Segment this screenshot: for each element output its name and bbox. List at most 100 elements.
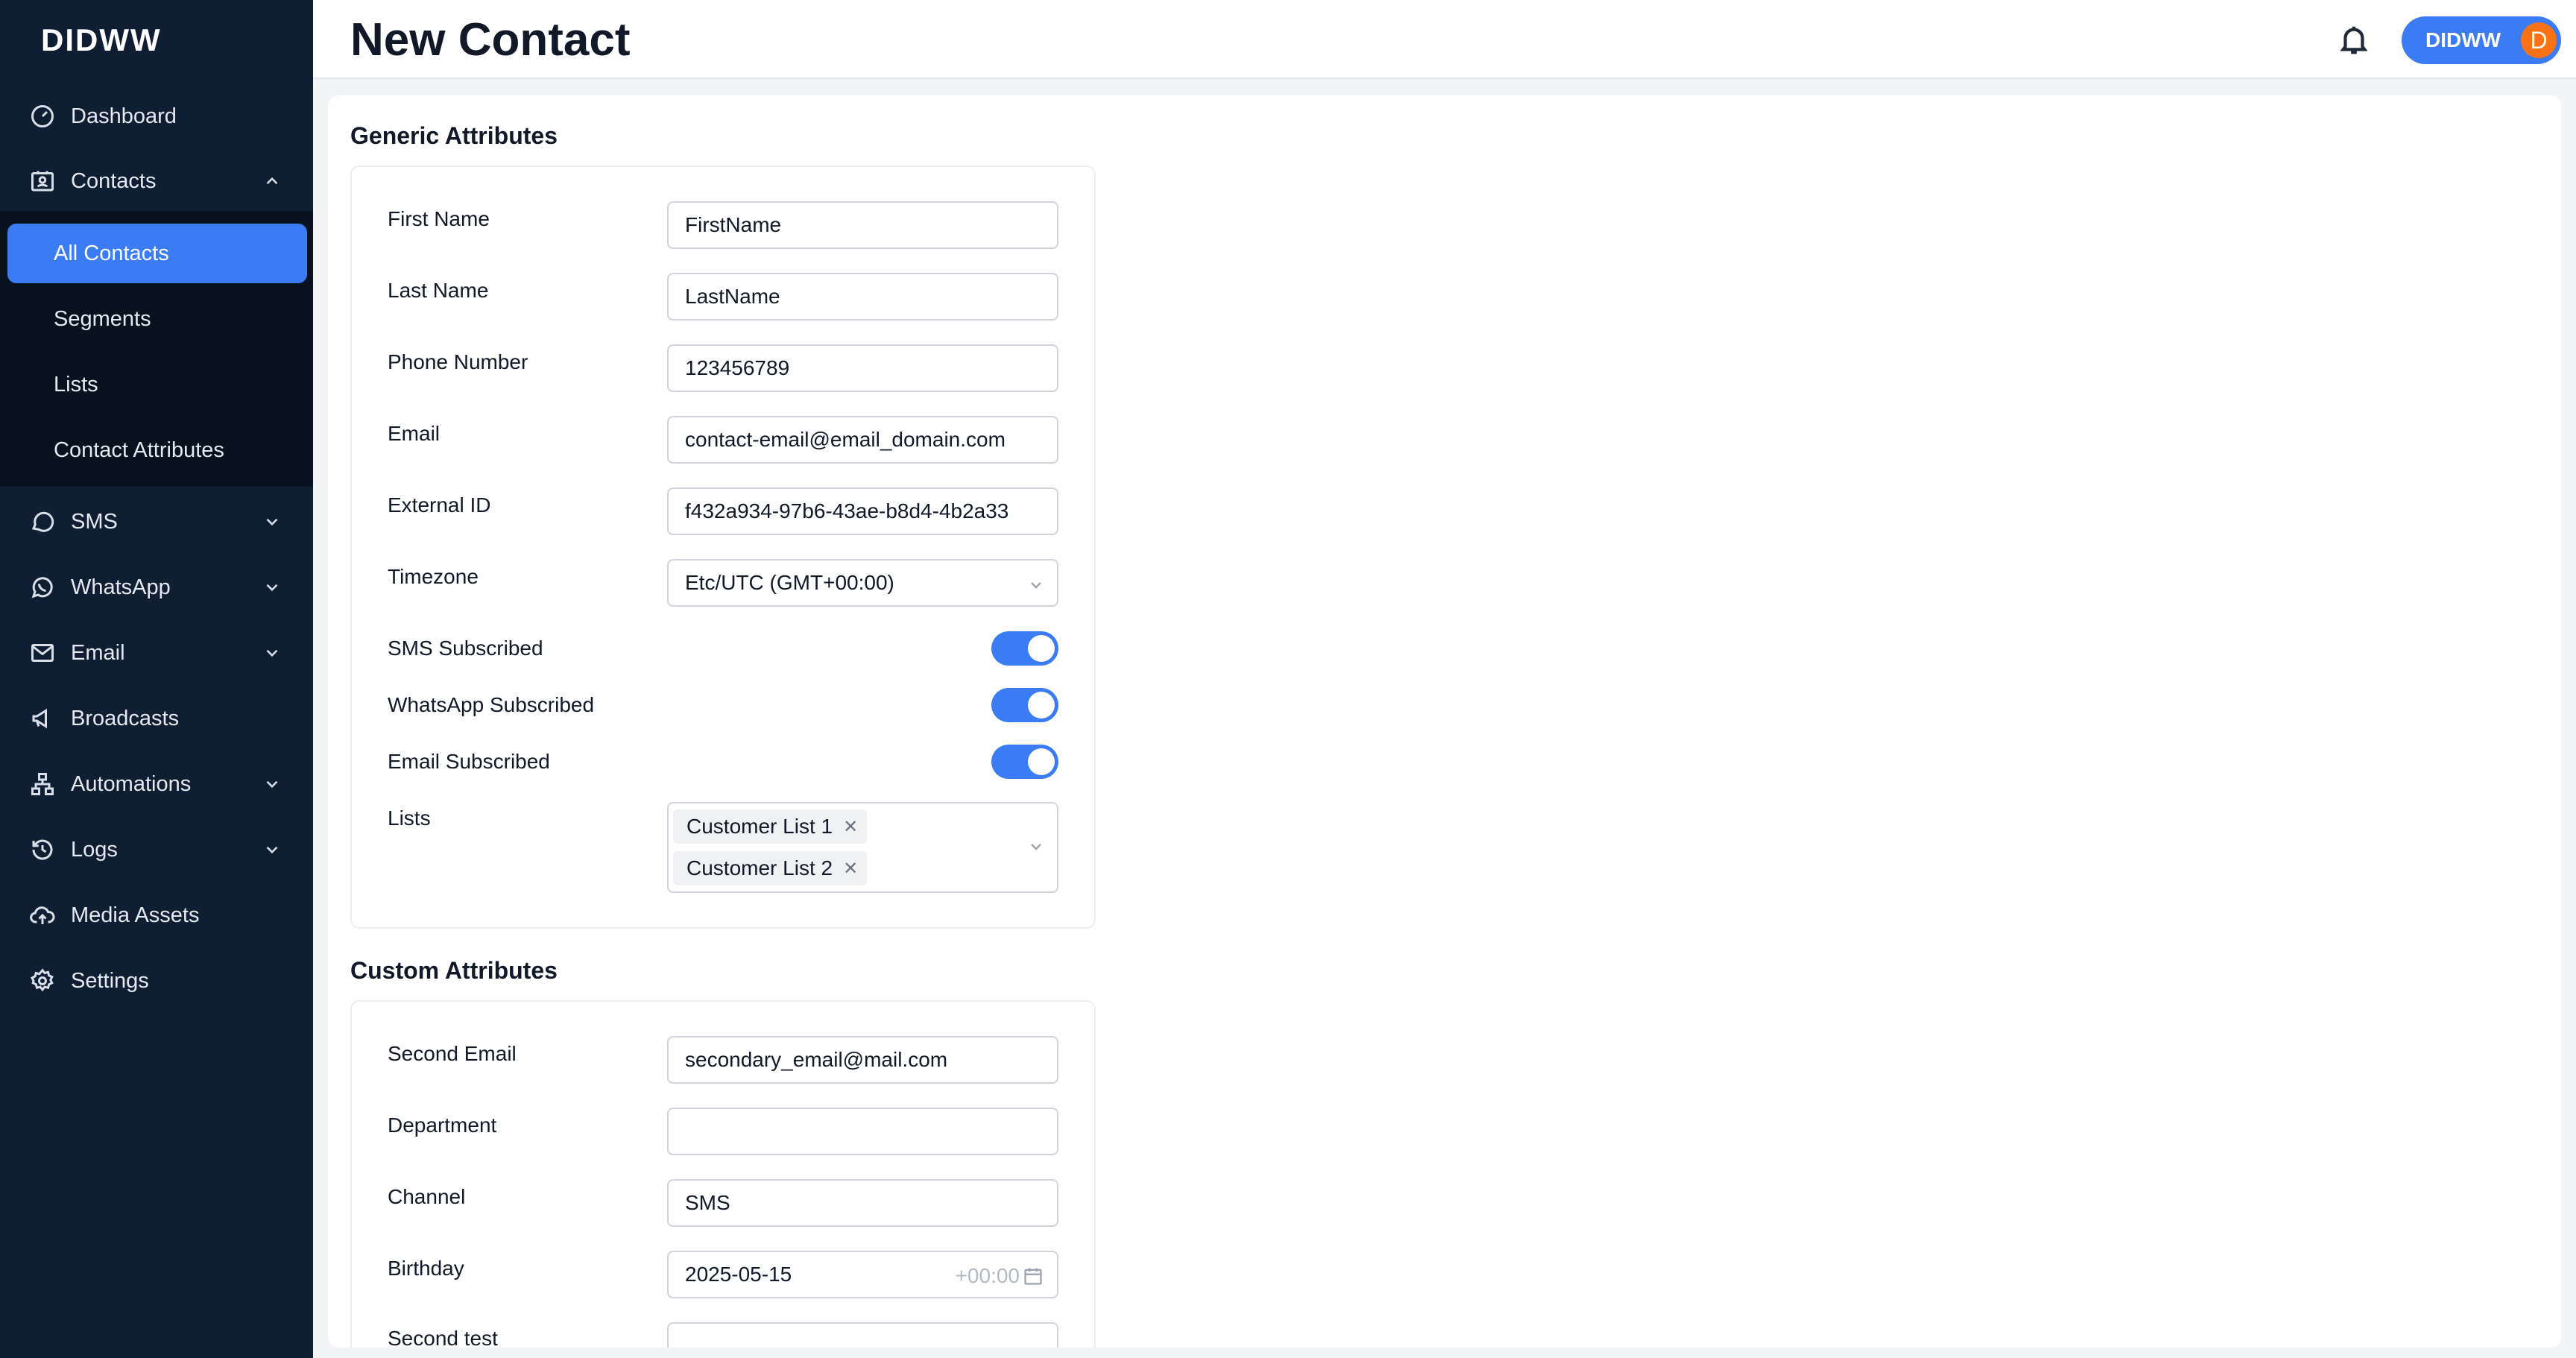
sidebar-item-dashboard[interactable]: Dashboard (0, 86, 313, 146)
sidebar-item-settings[interactable]: Settings (0, 951, 313, 1011)
first-name-label: First Name (388, 207, 490, 230)
birthday-value: 2025-05-15 (685, 1263, 792, 1286)
sidebar-item-label: Settings (71, 968, 149, 993)
sidebar-item-whatsapp[interactable]: WhatsApp (0, 558, 313, 617)
sidebar-item-label: Email (71, 640, 125, 665)
chevron-up-icon (262, 171, 282, 191)
sidebar-item-label: Dashboard (71, 104, 177, 128)
department-label: Department (388, 1114, 497, 1137)
whatsapp-subscribed-toggle[interactable] (991, 688, 1058, 722)
close-icon[interactable]: ✕ (843, 816, 858, 838)
lists-multiselect[interactable]: Customer List 1 ✕ Customer List 2 ✕ (667, 802, 1058, 893)
sidebar-item-sms[interactable]: SMS (0, 492, 313, 552)
channel-label: Channel (388, 1185, 466, 1208)
email-label: Email (388, 422, 441, 445)
megaphone-icon (28, 704, 57, 733)
user-menu-button[interactable]: DIDWW D (2402, 16, 2561, 64)
phone-number-label: Phone Number (388, 350, 528, 373)
email-subscribed-toggle[interactable] (991, 745, 1058, 779)
cloud-upload-icon (28, 901, 57, 929)
external-id-value: f432a934-97b6-43ae-b8d4-4b2a33 (685, 499, 1009, 522)
sidebar-item-label: SMS (71, 509, 118, 534)
main-card: Generic Attributes First Name FirstName … (328, 95, 2561, 1348)
sidebar-subitem-segments[interactable]: Segments (7, 289, 307, 349)
custom-attributes-title: Custom Attributes (350, 957, 558, 984)
last-name-value: LastName (685, 285, 780, 308)
sidebar-item-label: Automations (71, 771, 192, 796)
user-menu-label: DIDWW (2425, 28, 2501, 51)
timezone-suffix: +00:00 (955, 1264, 1020, 1287)
sidebar-item-logs[interactable]: Logs (0, 820, 313, 879)
sms-subscribed-label: SMS Subscribed (388, 637, 543, 660)
chevron-down-icon (262, 643, 282, 663)
sidebar-item-automations[interactable]: Automations (0, 754, 313, 814)
sidebar-subitem-label: Lists (54, 372, 98, 397)
brand-logo[interactable]: DIDWW (41, 22, 162, 58)
sidebar-item-label: WhatsApp (71, 575, 171, 599)
timezone-label: Timezone (388, 565, 479, 588)
list-tag-label: Customer List 1 (686, 815, 833, 838)
dashboard-icon (28, 102, 57, 130)
whatsapp-icon (28, 573, 57, 601)
chevron-down-icon (262, 774, 282, 794)
first-name-value: FirstName (685, 213, 782, 236)
email-value: contact-email@email_domain.com (685, 428, 1006, 451)
sidebar-item-label: Media Assets (71, 903, 200, 927)
sidebar-item-label: Logs (71, 837, 118, 862)
email-subscribed-label: Email Subscribed (388, 750, 550, 773)
sidebar-item-contacts[interactable]: Contacts (0, 151, 313, 211)
second-email-value: secondary_email@mail.com (685, 1048, 948, 1071)
sidebar-subitem-label: Segments (54, 306, 151, 331)
toggle-knob (1028, 635, 1055, 662)
sidebar-subitem-lists[interactable]: Lists (7, 355, 307, 414)
toggle-knob (1028, 692, 1055, 719)
sidebar-item-broadcasts[interactable]: Broadcasts (0, 689, 313, 748)
page-title: New Contact (350, 14, 631, 66)
phone-number-field[interactable]: 123456789 (667, 344, 1058, 392)
calendar-icon (1023, 1266, 1044, 1286)
mail-icon (28, 639, 57, 667)
last-name-label: Last Name (388, 279, 489, 302)
channel-field[interactable]: SMS (667, 1179, 1058, 1227)
email-field[interactable]: contact-email@email_domain.com (667, 416, 1058, 464)
chevron-down-icon (262, 578, 282, 597)
second-test-field[interactable] (667, 1322, 1058, 1348)
toggle-knob (1028, 748, 1055, 775)
history-icon (28, 836, 57, 864)
chevron-down-icon (262, 840, 282, 859)
external-id-field[interactable]: f432a934-97b6-43ae-b8d4-4b2a33 (667, 487, 1058, 535)
list-tag-label: Customer List 2 (686, 856, 833, 879)
birthday-label: Birthday (388, 1257, 464, 1280)
close-icon[interactable]: ✕ (843, 858, 858, 879)
birthday-datepicker[interactable]: 2025-05-15 +00:00 (667, 1251, 1058, 1298)
external-id-label: External ID (388, 493, 491, 517)
second-email-field[interactable]: secondary_email@mail.com (667, 1036, 1058, 1084)
sidebar-subitem-contact-attributes[interactable]: Contact Attributes (7, 420, 307, 480)
chat-bubble-icon (28, 508, 57, 536)
timezone-value: Etc/UTC (GMT+00:00) (685, 571, 894, 594)
flow-icon (28, 770, 57, 798)
gear-icon (28, 967, 57, 995)
timezone-select[interactable]: Etc/UTC (GMT+00:00) (667, 559, 1058, 607)
sidebar-item-email[interactable]: Email (0, 623, 313, 683)
last-name-field[interactable]: LastName (667, 273, 1058, 320)
sidebar-item-label: Contacts (71, 168, 157, 193)
chevron-down-icon (1027, 838, 1045, 856)
second-email-label: Second Email (388, 1042, 517, 1065)
first-name-field[interactable]: FirstName (667, 201, 1058, 249)
brand-text: DIDWW (41, 22, 162, 57)
sidebar-item-media-assets[interactable]: Media Assets (0, 885, 313, 945)
second-test-label: Second test (388, 1327, 498, 1348)
channel-value: SMS (685, 1191, 730, 1214)
contacts-icon (28, 167, 57, 195)
bell-icon[interactable] (2337, 22, 2371, 57)
sidebar-subitem-all-contacts[interactable]: All Contacts (7, 224, 307, 283)
sidebar-subitem-label: All Contacts (54, 241, 169, 265)
phone-number-value: 123456789 (685, 356, 790, 379)
chevron-down-icon (262, 512, 282, 531)
sms-subscribed-toggle[interactable] (991, 631, 1058, 666)
department-field[interactable] (667, 1108, 1058, 1155)
sidebar-subitem-label: Contact Attributes (54, 438, 224, 462)
generic-attributes-title: Generic Attributes (350, 122, 558, 149)
sidebar: DIDWW Dashboard Contacts All Contacts Se… (0, 0, 313, 1358)
